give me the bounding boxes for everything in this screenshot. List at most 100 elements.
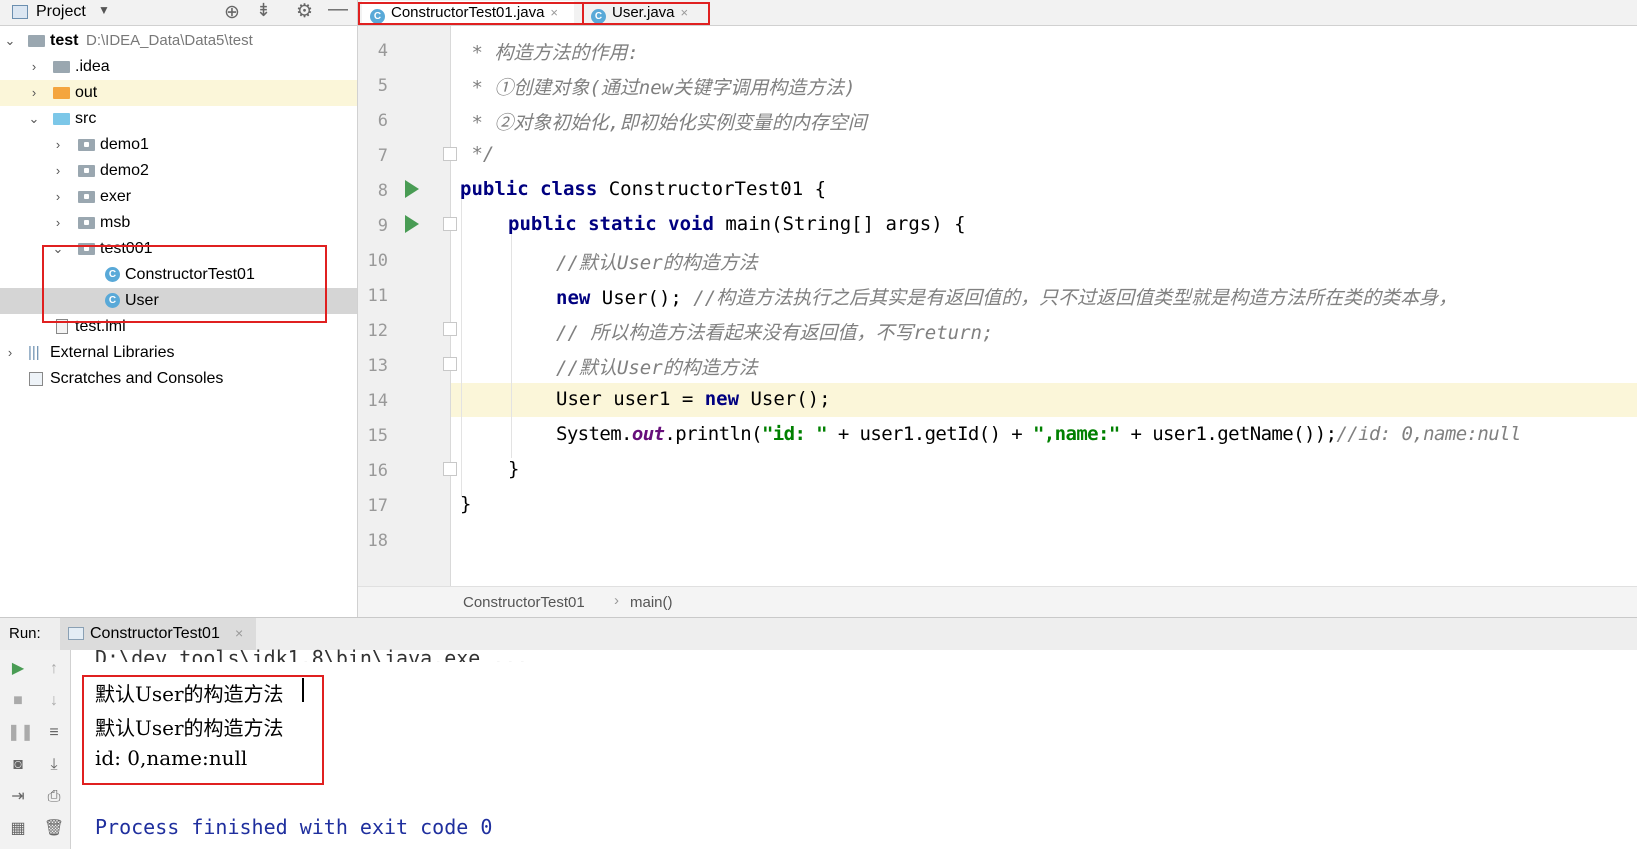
fold-marker-icon[interactable] xyxy=(443,217,457,231)
breadcrumb-method[interactable]: main() xyxy=(630,594,673,611)
line-number: 15 xyxy=(367,426,388,446)
tree-item-external-libraries[interactable]: › ||| External Libraries xyxy=(0,340,357,366)
line-number: 10 xyxy=(367,251,388,271)
console-line: Process finished with exit code 0 xyxy=(95,815,493,839)
gear-icon[interactable]: ⚙ xyxy=(296,0,313,23)
chevron-right-icon[interactable]: › xyxy=(51,210,65,236)
tree-item-test[interactable]: ⌄ test D:\IDEA_Data\Data5\test xyxy=(0,28,357,54)
chevron-down-icon[interactable]: ▼ xyxy=(98,3,110,17)
tree-item-exer[interactable]: › exer xyxy=(0,184,357,210)
fold-marker-icon[interactable] xyxy=(443,147,457,161)
code-line: System.out.println("id: " + user1.getId(… xyxy=(556,423,1521,445)
package-icon xyxy=(78,217,95,229)
tree-item-demo2[interactable]: › demo2 xyxy=(0,158,357,184)
code-text: ConstructorTest01 { xyxy=(608,178,827,200)
project-panel: Project ▼ ⊕ ⇟ ⚙ — ⌄ test D:\IDEA_Data\Da… xyxy=(0,0,358,617)
code-line: } xyxy=(508,458,520,480)
code-line: } xyxy=(460,493,472,515)
chevron-down-icon[interactable]: ⌄ xyxy=(27,106,41,132)
code-line: //默认User的构造方法 xyxy=(556,357,758,379)
locate-icon[interactable]: ⊕ xyxy=(224,1,240,24)
camera-icon[interactable]: ◙ xyxy=(7,754,29,776)
chevron-down-icon[interactable]: ⌄ xyxy=(3,28,17,54)
code-text: User user1 = xyxy=(556,388,705,410)
rerun-icon[interactable]: ▶ xyxy=(7,658,29,680)
line-number: 14 xyxy=(367,391,388,411)
arrow-down-icon[interactable]: ↓ xyxy=(43,690,65,712)
project-panel-header: Project ▼ ⊕ ⇟ ⚙ — xyxy=(0,0,357,26)
line-number: 16 xyxy=(367,461,388,481)
fold-marker-icon[interactable] xyxy=(443,357,457,371)
tree-item-label: External Libraries xyxy=(50,344,175,361)
tree-item-label: msb xyxy=(100,214,131,231)
line-number: 6 xyxy=(377,111,388,131)
run-main-icon[interactable] xyxy=(405,215,419,233)
console-line: D:\dev_tools\jdk1.8\bin\java.exe ... xyxy=(95,646,529,662)
code-keyword: public static void xyxy=(508,213,726,235)
code-keyword: new xyxy=(704,388,751,410)
scroll-to-end-icon[interactable]: ⤓ xyxy=(43,754,65,776)
code-line: new User(); //构造方法执行之后其实是有返回值的，只不过返回值类型就… xyxy=(556,283,1457,310)
run-tab-label: ConstructorTest01 xyxy=(90,625,220,642)
collapse-all-icon[interactable]: ⇟ xyxy=(256,0,271,21)
tree-item-label: demo2 xyxy=(100,162,149,179)
login-icon[interactable]: ⇥ xyxy=(7,786,29,808)
stop-icon[interactable]: ■ xyxy=(7,690,29,712)
highlight-box xyxy=(42,245,327,323)
chevron-right-icon[interactable]: › xyxy=(51,132,65,158)
line-number: 9 xyxy=(377,216,388,236)
tree-item-src[interactable]: ⌄ src xyxy=(0,106,357,132)
chevron-right-icon[interactable]: › xyxy=(27,80,41,106)
arrow-up-icon[interactable]: ↑ xyxy=(43,658,65,680)
package-icon xyxy=(78,139,95,151)
hide-icon[interactable]: — xyxy=(328,0,348,21)
tree-item-scratches[interactable]: Scratches and Consoles xyxy=(0,366,357,392)
code-line: * ②对象初始化,即初始化实例变量的内存空间 xyxy=(460,112,867,134)
run-toolbar: ▶ ■ ❚❚ ◙ ⇥ ▦ ↑ ↓ ≡ ⤓ ⎙ 🗑 xyxy=(0,650,71,849)
tree-item-label: .idea xyxy=(75,58,110,75)
indent-guide xyxy=(461,191,462,497)
tree-item-label: demo1 xyxy=(100,136,149,153)
highlight-divider xyxy=(582,2,584,25)
code-comment: //构造方法执行之后其实是有返回值的，只不过返回值类型就是构造方法所在类的类本身… xyxy=(693,287,1458,309)
chevron-right-icon[interactable]: › xyxy=(51,184,65,210)
chevron-right-icon[interactable]: › xyxy=(3,340,17,366)
module-folder-icon xyxy=(28,35,45,47)
source-folder-icon xyxy=(53,113,70,125)
layout-icon[interactable]: ▦ xyxy=(7,818,29,840)
soft-wrap-icon[interactable]: ≡ xyxy=(43,722,65,744)
line-number: 13 xyxy=(367,356,388,376)
chevron-right-icon[interactable]: › xyxy=(51,158,65,184)
chevron-right-icon[interactable]: › xyxy=(27,54,41,80)
code-line: public class ConstructorTest01 { xyxy=(460,178,826,200)
current-line-highlight xyxy=(358,383,1637,417)
breadcrumb-class[interactable]: ConstructorTest01 xyxy=(463,594,585,611)
editor-tab-bar: C ConstructorTest01.java × C User.java × xyxy=(358,0,1637,26)
tree-item-idea[interactable]: › .idea xyxy=(0,54,357,80)
package-icon xyxy=(78,191,95,203)
code-string: ",name:" xyxy=(1032,423,1120,445)
highlight-box xyxy=(358,2,710,25)
code-keyword: public class xyxy=(460,178,609,200)
tree-item-out[interactable]: › out xyxy=(0,80,357,106)
tree-item-label: test xyxy=(50,32,79,49)
code-line: * ①创建对象(通过new关键字调用构造方法) xyxy=(460,77,856,99)
tree-item-demo1[interactable]: › demo1 xyxy=(0,132,357,158)
pause-icon[interactable]: ❚❚ xyxy=(7,722,34,744)
run-class-icon[interactable] xyxy=(405,180,419,198)
code-text: System. xyxy=(556,423,632,445)
code-comment: //id: 0,name:null xyxy=(1336,423,1521,445)
trash-icon[interactable]: 🗑 xyxy=(43,818,65,840)
code-keyword: new xyxy=(556,287,602,309)
code-line: public static void main(String[] args) { xyxy=(508,213,966,235)
project-view-title[interactable]: Project xyxy=(36,3,86,21)
chevron-right-icon: › xyxy=(614,592,619,609)
print-icon[interactable]: ⎙ xyxy=(43,786,65,808)
tree-item-msb[interactable]: › msb xyxy=(0,210,357,236)
code-text: .println( xyxy=(664,423,762,445)
fold-marker-icon[interactable] xyxy=(443,322,457,336)
tree-item-label: exer xyxy=(100,188,132,205)
line-number: 18 xyxy=(367,531,388,551)
fold-marker-icon[interactable] xyxy=(443,462,457,476)
close-icon[interactable]: × xyxy=(235,625,243,641)
